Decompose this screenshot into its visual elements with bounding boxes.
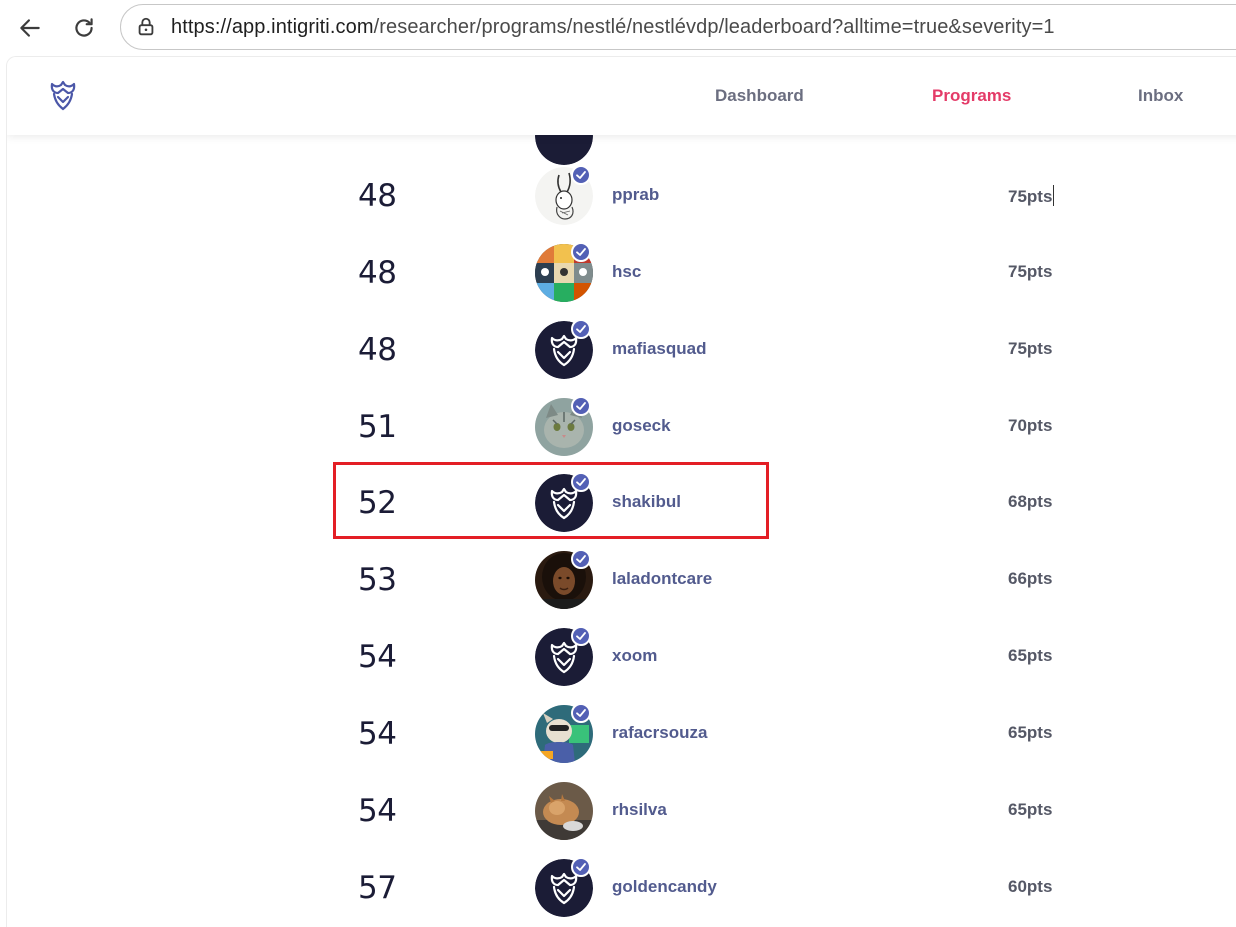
leaderboard-row[interactable]: 54 xoom 65pts bbox=[7, 618, 1236, 695]
username-link[interactable]: goseck bbox=[612, 416, 671, 436]
points: 75pts bbox=[1008, 185, 1055, 207]
points: 65pts bbox=[1008, 800, 1053, 819]
url-host: https://app.intigriti.com bbox=[171, 16, 374, 38]
verified-badge-icon bbox=[571, 242, 591, 262]
nav-dashboard[interactable]: Dashboard bbox=[715, 86, 804, 106]
leaderboard-list: 48 pprab 75pts 48 hsc 75pts 48 mafiasqua… bbox=[7, 57, 1236, 927]
points: 70pts bbox=[1008, 416, 1053, 435]
username-link[interactable]: rafacrsouza bbox=[612, 723, 707, 743]
leaderboard-row[interactable]: 51 goseck 70pts bbox=[7, 388, 1236, 465]
verified-badge-icon bbox=[571, 319, 591, 339]
leaderboard-row[interactable]: 54 rhsilva 65pts bbox=[7, 772, 1236, 849]
verified-badge-icon bbox=[571, 396, 591, 416]
leaderboard-row[interactable]: 54 rafacrsouza 65pts bbox=[7, 695, 1236, 772]
rank: 53 bbox=[358, 562, 397, 598]
rank: 48 bbox=[358, 255, 397, 291]
avatar[interactable] bbox=[535, 782, 593, 840]
points: 75pts bbox=[1008, 262, 1053, 281]
rank: 51 bbox=[358, 409, 397, 445]
url-text: https://app.intigriti.com/researcher/pro… bbox=[171, 16, 1055, 39]
rank: 54 bbox=[358, 793, 397, 829]
rank: 54 bbox=[358, 639, 397, 675]
points: 60pts bbox=[1008, 877, 1053, 896]
verified-badge-icon bbox=[571, 472, 591, 492]
back-arrow-icon[interactable] bbox=[10, 8, 50, 48]
rank: 54 bbox=[358, 716, 397, 752]
nav-programs[interactable]: Programs bbox=[932, 86, 1011, 106]
leaderboard-row[interactable]: 57 goldencandy 60pts bbox=[7, 849, 1236, 926]
leaderboard-row[interactable]: 48 pprab 75pts bbox=[7, 157, 1236, 234]
address-bar[interactable]: https://app.intigriti.com/researcher/pro… bbox=[120, 4, 1236, 50]
text-caret bbox=[1053, 185, 1055, 206]
rank: 57 bbox=[358, 870, 397, 906]
username-link[interactable]: xoom bbox=[612, 646, 657, 666]
leaderboard-row-highlighted[interactable]: 52 shakibul 68pts bbox=[7, 464, 1236, 541]
points-value: 75pts bbox=[1008, 187, 1053, 206]
url-path: /researcher/programs/nestlé/nestlévdp/le… bbox=[373, 16, 1055, 38]
rank: 48 bbox=[358, 332, 397, 368]
verified-badge-icon bbox=[571, 626, 591, 646]
browser-toolbar: https://app.intigriti.com/researcher/pro… bbox=[0, 0, 1236, 56]
reload-icon[interactable] bbox=[64, 8, 104, 48]
username-link[interactable]: pprab bbox=[612, 185, 659, 205]
verified-badge-icon bbox=[571, 857, 591, 877]
username-link[interactable]: goldencandy bbox=[612, 877, 717, 897]
username-link[interactable]: laladontcare bbox=[612, 569, 712, 589]
verified-badge-icon bbox=[571, 549, 591, 569]
points: 66pts bbox=[1008, 569, 1053, 588]
username-link[interactable]: shakibul bbox=[612, 492, 681, 512]
points: 65pts bbox=[1008, 723, 1053, 742]
app-window: Dashboard Programs Inbox 48 pprab 75pts … bbox=[6, 56, 1236, 927]
app-header: Dashboard Programs Inbox bbox=[7, 57, 1236, 135]
leaderboard-row[interactable]: 48 hsc 75pts bbox=[7, 234, 1236, 311]
points: 75pts bbox=[1008, 339, 1053, 358]
username-link[interactable]: hsc bbox=[612, 262, 641, 282]
points: 68pts bbox=[1008, 492, 1053, 511]
rank: 52 bbox=[358, 485, 397, 521]
leaderboard-row[interactable]: 48 mafiasquad 75pts bbox=[7, 311, 1236, 388]
username-link[interactable]: mafiasquad bbox=[612, 339, 706, 359]
lock-icon[interactable] bbox=[135, 16, 157, 38]
username-link[interactable]: rhsilva bbox=[612, 800, 667, 820]
nav-inbox[interactable]: Inbox bbox=[1138, 86, 1183, 106]
leaderboard-row[interactable]: 53 laladontcare 66pts bbox=[7, 541, 1236, 618]
points: 65pts bbox=[1008, 646, 1053, 665]
verified-badge-icon bbox=[571, 165, 591, 185]
intigriti-logo-icon[interactable] bbox=[43, 75, 83, 115]
rank: 48 bbox=[358, 178, 397, 214]
verified-badge-icon bbox=[571, 703, 591, 723]
